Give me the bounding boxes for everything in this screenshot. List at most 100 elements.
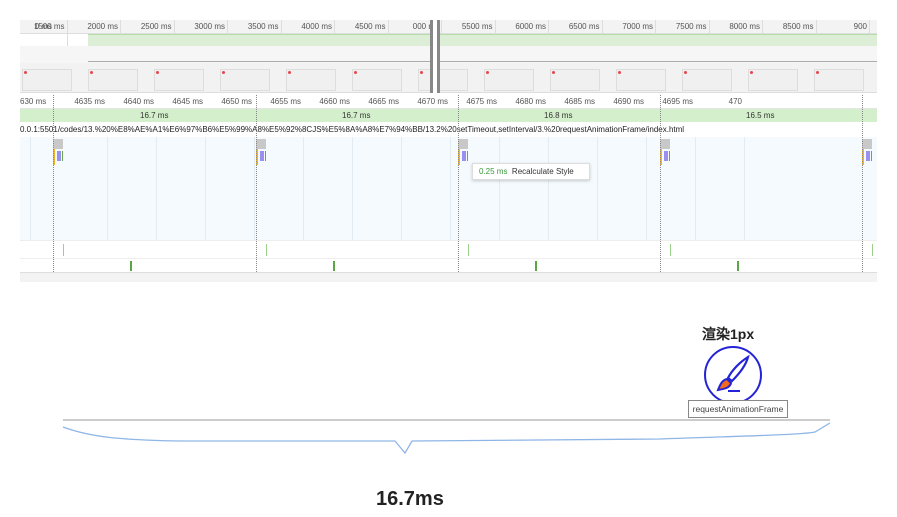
screenshot-thumb[interactable]	[286, 69, 336, 91]
raster-tick	[872, 244, 873, 256]
frame-duration[interactable]: 16.7 ms	[342, 111, 370, 120]
raster-tick	[266, 244, 267, 256]
gpu-tick	[333, 261, 335, 271]
frame-duration[interactable]: 16.8 ms	[544, 111, 572, 120]
frame-duration[interactable]: 16.5 ms	[746, 111, 774, 120]
detail-tick-label: 4695 ms	[662, 97, 693, 106]
style-block[interactable]	[260, 151, 264, 161]
overview-tick-label: 8500 ms	[782, 22, 814, 31]
raster-tick	[468, 244, 469, 256]
style-block[interactable]	[664, 151, 668, 161]
gpu-tick	[737, 261, 739, 271]
task-block[interactable]	[458, 139, 468, 149]
performance-panel: 0 ms 1500 ms 2000 ms 2500 ms 3000 ms 3500 ms 4…	[20, 15, 877, 282]
task-block[interactable]	[256, 139, 266, 149]
frame-duration-label: 16.7ms	[376, 488, 444, 510]
detail-tick-label: 4680 ms	[515, 97, 546, 106]
frame-marker	[816, 71, 819, 74]
main-thread-url: 0.0.1:5501/codes/13.%20%E8%AE%A1%E6%97%B…	[20, 125, 685, 134]
overview-tick-label: 4000 ms	[301, 22, 332, 31]
bottom-tabs-bar	[20, 272, 877, 282]
detail-tick-label: 4690 ms	[613, 97, 644, 106]
detail-tick-label: 4685 ms	[564, 97, 595, 106]
frames-track[interactable]: 16.7 ms 16.7 ms 16.8 ms 16.5 ms	[20, 109, 877, 122]
screenshot-thumb[interactable]	[88, 69, 138, 91]
detail-tick-label: 630 ms	[20, 97, 47, 106]
screenshots-strip	[20, 63, 877, 93]
frame-marker	[90, 71, 93, 74]
overview-tick-label: 8000 ms	[729, 22, 760, 31]
gridline	[156, 137, 157, 240]
frame-marker	[420, 71, 423, 74]
overview-tick-label: 3000 ms	[194, 22, 225, 31]
screenshot-thumb[interactable]	[682, 69, 732, 91]
overview-tick-label: 900	[853, 22, 867, 31]
gridline	[205, 137, 206, 240]
overview-ruler: 0 ms 1500 ms 2000 ms 2500 ms 3000 ms 3500 ms 4…	[20, 20, 877, 93]
frame-boundary	[862, 95, 863, 272]
screenshot-thumb[interactable]	[814, 69, 864, 91]
gpu-tick	[130, 261, 132, 271]
frame-duration[interactable]: 16.7 ms	[140, 111, 168, 120]
overview-tick-label: 4500 ms	[354, 22, 386, 31]
frame-marker	[486, 71, 489, 74]
gridline	[499, 137, 500, 240]
tooltip-duration: 0.25 ms	[479, 167, 508, 176]
style-block[interactable]	[866, 151, 870, 161]
gridline	[352, 137, 353, 240]
overview-tick-label: 2000 ms	[87, 22, 118, 31]
detail-tick-label: 4645 ms	[172, 97, 203, 106]
screenshot-thumb[interactable]	[550, 69, 600, 91]
paint-block[interactable]	[871, 151, 872, 161]
raster-track[interactable]	[20, 240, 877, 258]
paint-block[interactable]	[62, 151, 63, 161]
tooltip: 0.25 ms Recalculate Style	[472, 163, 590, 180]
frame-marker	[354, 71, 357, 74]
overview-tick-label: 6000 ms	[515, 22, 546, 31]
detail-tick-label: 4660 ms	[319, 97, 350, 106]
paint-block[interactable]	[669, 151, 670, 161]
gridline	[695, 137, 696, 240]
gridline	[646, 137, 647, 240]
detail-tick-label: 4640 ms	[123, 97, 154, 106]
task-block[interactable]	[660, 139, 670, 149]
paint-block[interactable]	[265, 151, 266, 161]
frame-marker	[618, 71, 621, 74]
screenshot-thumb[interactable]	[22, 69, 72, 91]
overview-tick-label: 1500 ms	[33, 22, 65, 31]
gridline	[254, 137, 255, 240]
gpu-track[interactable]	[20, 258, 877, 272]
gridline	[744, 137, 745, 240]
screenshot-thumb[interactable]	[748, 69, 798, 91]
screenshot-thumb[interactable]	[154, 69, 204, 91]
overview-selection-window[interactable]	[430, 20, 440, 93]
paint-brush-icon	[704, 346, 762, 404]
detail-tick-label: 4665 ms	[368, 97, 399, 106]
task-block[interactable]	[53, 139, 63, 149]
gpu-tick	[535, 261, 537, 271]
style-block[interactable]	[462, 151, 466, 161]
style-block[interactable]	[57, 151, 61, 161]
paint-block[interactable]	[467, 151, 468, 161]
screenshot-thumb[interactable]	[418, 69, 468, 91]
flame-chart[interactable]	[20, 137, 877, 240]
frame-boundary	[53, 95, 54, 272]
overview-tick-label: 6500 ms	[568, 22, 600, 31]
frame-marker	[156, 71, 159, 74]
detail-tick-label: 4655 ms	[270, 97, 301, 106]
detail-tick-label: 4635 ms	[74, 97, 105, 106]
detail-tick-label: 470	[728, 97, 742, 106]
frame-boundary	[660, 95, 661, 272]
overview-tick-label: 3500 ms	[247, 22, 279, 31]
overview-tick-label: 7500 ms	[675, 22, 707, 31]
screenshot-thumb[interactable]	[484, 69, 534, 91]
frame-marker	[684, 71, 687, 74]
raster-tick	[63, 244, 64, 256]
screenshot-thumb[interactable]	[352, 69, 402, 91]
raster-tick	[670, 244, 671, 256]
task-block[interactable]	[862, 139, 872, 149]
screenshot-thumb[interactable]	[616, 69, 666, 91]
tooltip-event: Recalculate Style	[511, 167, 574, 176]
frame-marker	[288, 71, 291, 74]
screenshot-thumb[interactable]	[220, 69, 270, 91]
